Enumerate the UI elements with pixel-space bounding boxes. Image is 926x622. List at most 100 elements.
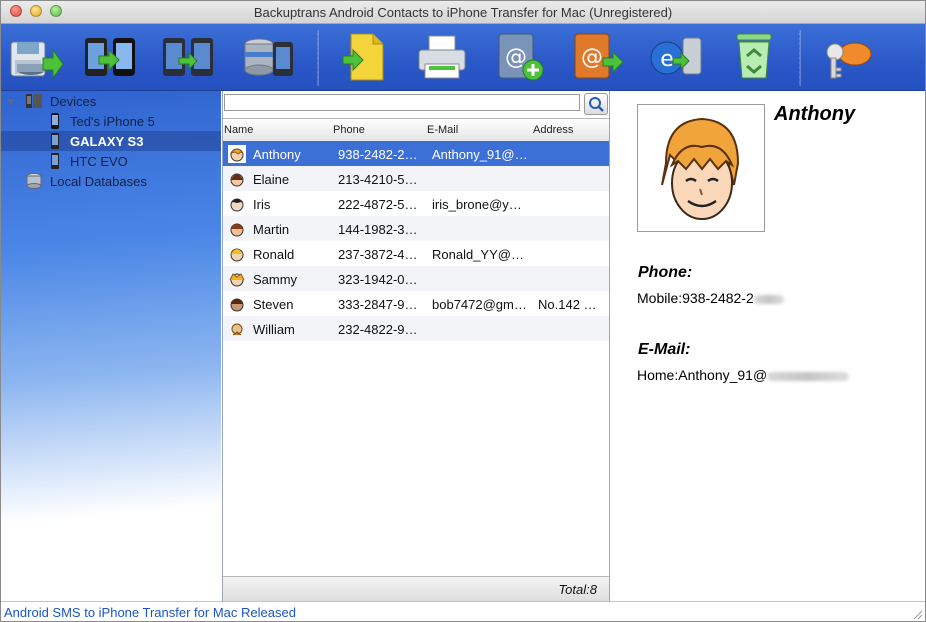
device-sidebar: Devices Ted's iPhone 5 GALAXY S3 HTC EVO… — [1, 91, 221, 601]
tree-local-label: Local Databases — [50, 174, 147, 189]
device-label: GALAXY S3 — [70, 134, 144, 149]
phone-heading: Phone: — [638, 264, 693, 281]
contact-phone: 222-4872-5… — [338, 197, 418, 212]
contact-detail-pane: Anthony Phone: Mobile:938-2482-2 E-Mail:… — [610, 91, 925, 601]
table-row[interactable]: Sammy 323-1942-0… — [223, 266, 609, 291]
avatar-icon — [228, 320, 246, 338]
print-icon[interactable] — [413, 28, 471, 86]
contact-phone: 232-4822-9… — [338, 322, 418, 337]
device-item-teds-iphone[interactable]: Ted's iPhone 5 — [1, 111, 221, 131]
contact-email: Ronald_YY@… — [432, 247, 524, 262]
device-label: Ted's iPhone 5 — [70, 114, 155, 129]
status-bar: Android SMS to iPhone Transfer for Mac R… — [1, 601, 925, 621]
table-row[interactable]: Iris 222-4872-5… iris_brone@y… — [223, 191, 609, 216]
email-value: Home:Anthony_91@ — [637, 367, 768, 383]
email-value-row: Home:Anthony_91@ — [637, 367, 850, 383]
news-link[interactable]: Android SMS to iPhone Transfer for Mac R… — [4, 605, 296, 620]
contact-phone: 938-2482-2… — [338, 147, 418, 162]
contact-address: No.142 … — [538, 297, 597, 312]
import-from-computer-icon[interactable]: e — [647, 28, 705, 86]
redacted-blur — [767, 371, 850, 381]
avatar-icon — [228, 295, 246, 313]
device-item-htc-evo[interactable]: HTC EVO — [1, 151, 221, 171]
delete-recycle-icon[interactable] — [725, 28, 783, 86]
avatar-icon — [228, 145, 246, 163]
search-input[interactable] — [224, 94, 580, 111]
tree-local-databases[interactable]: Local Databases — [1, 171, 221, 191]
table-row[interactable]: William 232-4822-9… — [223, 316, 609, 341]
table-row[interactable]: Ronald 237-3872-4… Ronald_YY@… — [223, 241, 609, 266]
contact-name: Ronald — [253, 247, 295, 262]
avatar-icon — [228, 170, 246, 188]
phone-value-row: Mobile:938-2482-2 — [637, 290, 784, 306]
table-row[interactable]: Steven 333-2847-9… bob7472@gm… No.142 … — [223, 291, 609, 316]
backup-to-database-icon[interactable] — [5, 28, 64, 86]
avatar-icon — [228, 245, 246, 263]
android-phone-icon — [50, 153, 60, 172]
contact-name: Elaine — [253, 172, 290, 187]
devices-folder-icon — [25, 93, 43, 112]
device-label: HTC EVO — [70, 154, 128, 169]
cartoon-face-icon — [661, 117, 740, 220]
list-footer: Total:8 — [223, 576, 609, 601]
export-to-address-book-icon[interactable]: @ — [569, 28, 627, 86]
table-row[interactable]: Elaine 213-4210-5… — [223, 166, 609, 191]
register-key-icon[interactable] — [817, 28, 875, 86]
column-address[interactable]: Address — [533, 124, 573, 136]
contact-name: Steven — [253, 297, 294, 312]
toolbar: @ @ e — [1, 24, 925, 91]
disclosure-triangle-icon[interactable] — [6, 95, 16, 110]
svg-text:@: @ — [581, 45, 603, 70]
resize-grip-icon[interactable] — [911, 608, 923, 620]
database-icon — [25, 173, 43, 192]
contact-email: iris_brone@y… — [432, 197, 522, 212]
contact-photo — [637, 104, 765, 232]
app-window: Backuptrans Android Contacts to iPhone T… — [0, 0, 926, 622]
email-heading: E-Mail: — [638, 341, 691, 358]
column-phone[interactable]: Phone — [333, 124, 365, 136]
avatar-icon — [228, 270, 246, 288]
search-button[interactable] — [584, 93, 608, 115]
svg-text:e: e — [660, 47, 674, 72]
redacted-blur — [753, 294, 784, 304]
contact-phone: 323-1942-0… — [338, 272, 418, 287]
contact-email: bob7472@gm… — [432, 297, 527, 312]
table-row[interactable]: Anthony 938-2482-2… Anthony_91@… — [223, 141, 609, 166]
column-email[interactable]: E-Mail — [427, 124, 458, 136]
contact-phone: 144-1982-3… — [338, 222, 418, 237]
toolbar-separator — [317, 30, 319, 86]
device-item-galaxy-s3[interactable]: GALAXY S3 — [1, 131, 221, 151]
window-title: Backuptrans Android Contacts to iPhone T… — [253, 5, 673, 20]
magnifier-icon — [589, 97, 604, 112]
android-phone-icon — [50, 133, 60, 152]
contact-detail-name: Anthony — [774, 103, 856, 125]
contact-name: Anthony — [253, 147, 301, 162]
transfer-android-to-iphone-icon[interactable] — [81, 28, 139, 86]
contact-name: Iris — [253, 197, 271, 212]
contact-rows: Anthony 938-2482-2… Anthony_91@… Elaine … — [223, 141, 609, 341]
column-name[interactable]: Name — [224, 124, 253, 136]
phone-value: Mobile:938-2482-2 — [637, 290, 754, 306]
contact-name: Sammy — [253, 272, 298, 287]
contact-name: Martin — [253, 222, 290, 237]
avatar-icon — [228, 195, 246, 213]
contact-phone: 333-2847-9… — [338, 297, 418, 312]
table-row[interactable]: Martin 144-1982-3… — [223, 216, 609, 241]
transfer-phone-to-phone-icon[interactable] — [159, 28, 217, 86]
restore-database-to-phone-icon[interactable] — [239, 28, 297, 86]
contact-phone: 237-3872-4… — [338, 247, 418, 262]
contact-list-pane: Name Phone E-Mail Address Anthony 938-24… — [222, 91, 610, 601]
contact-name: William — [253, 322, 295, 337]
total-count: Total:8 — [558, 582, 597, 597]
tree-devices-label: Devices — [50, 94, 97, 109]
contact-phone: 213-4210-5… — [338, 172, 418, 187]
toolbar-separator — [799, 30, 801, 86]
tree-devices[interactable]: Devices — [1, 91, 221, 111]
add-contact-icon[interactable]: @ — [491, 28, 549, 86]
iphone-icon — [50, 113, 60, 132]
avatar-icon — [228, 220, 246, 238]
contact-email: Anthony_91@… — [432, 147, 528, 162]
export-file-icon[interactable] — [335, 28, 393, 86]
title-bar: Backuptrans Android Contacts to iPhone T… — [1, 1, 925, 24]
column-header: Name Phone E-Mail Address — [223, 118, 609, 142]
